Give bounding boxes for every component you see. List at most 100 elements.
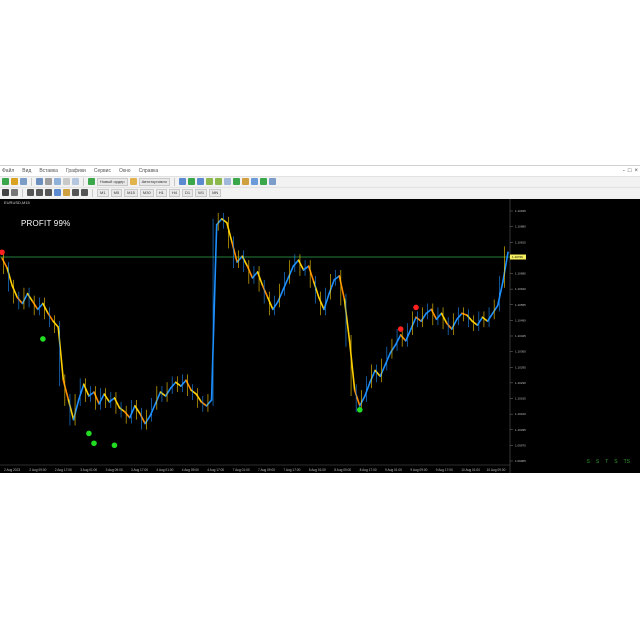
menu-item-2[interactable]: Вставка	[39, 168, 58, 174]
y-tick-label: 1.10295	[515, 365, 526, 369]
toolbar-separator	[31, 177, 32, 186]
price-segment	[67, 399, 75, 421]
timeframe-h4[interactable]: H4	[168, 188, 180, 197]
price-segment	[420, 312, 428, 323]
templates-icon[interactable]	[268, 178, 276, 185]
chart-corner-icon-0[interactable]: S	[587, 459, 590, 465]
buy-signal-dot	[40, 336, 46, 342]
timeframes-bar: M1 M5 M15 M30 H1 H4 D1 W1 MN	[97, 188, 222, 197]
fibonacci-icon[interactable]	[63, 189, 70, 196]
price-segment	[200, 401, 208, 407]
timeframe-h1[interactable]: H1	[155, 188, 167, 197]
sell-signal-dot	[413, 304, 419, 311]
candlestick-icon[interactable]	[187, 178, 195, 185]
price-chart[interactable]: 1.109451.108801.108151.107501.106851.106…	[0, 199, 640, 473]
new-chart-icon[interactable]	[2, 178, 9, 185]
price-segment	[26, 292, 34, 303]
price-segment	[476, 316, 484, 326]
profiles-icon[interactable]	[20, 178, 27, 185]
chart-corner-icon-3[interactable]: S	[614, 459, 617, 465]
price-segment	[266, 296, 274, 311]
price-segment	[134, 405, 141, 415]
x-tick-label: 3 Aug 01:00	[80, 468, 97, 472]
price-segment	[113, 397, 121, 409]
timeframe-m30[interactable]: M30	[139, 188, 154, 197]
price-segment	[404, 328, 412, 342]
timeframe-m15[interactable]: M15	[124, 188, 138, 197]
price-segment	[149, 403, 157, 417]
menu-item-0[interactable]: Файл	[2, 168, 14, 174]
close-button[interactable]: ×	[634, 167, 638, 175]
chart-canvas[interactable]: 1.109451.108801.108151.107501.106851.106…	[0, 199, 640, 473]
price-segment	[241, 255, 249, 267]
tile-windows-icon[interactable]	[223, 178, 231, 185]
menu-item-1[interactable]: Вид	[22, 168, 31, 174]
cursor-icon[interactable]	[2, 189, 9, 196]
terminal-icon[interactable]	[63, 178, 70, 185]
open-folder-icon[interactable]	[11, 178, 18, 185]
x-tick-label: 3 Aug 09:00	[106, 468, 123, 472]
chart-corner-icon-2[interactable]: T	[605, 459, 608, 465]
price-segment	[103, 393, 111, 403]
text-icon[interactable]	[72, 189, 79, 196]
vertical-line-icon[interactable]	[27, 189, 34, 196]
price-segment	[16, 296, 24, 305]
timeframe-m1[interactable]: M1	[97, 188, 109, 197]
arrows-icon[interactable]	[81, 189, 88, 196]
line-chart-icon[interactable]	[196, 178, 204, 185]
price-segment	[251, 271, 259, 279]
algo-trading-icon[interactable]	[129, 178, 137, 185]
data-window-icon[interactable]	[45, 178, 52, 185]
y-tick-label: 1.10100	[515, 412, 526, 416]
price-segment	[292, 259, 300, 267]
price-segment	[77, 383, 85, 401]
price-segment	[154, 391, 162, 405]
price-segment	[210, 223, 218, 401]
menu-item-5[interactable]: Окно	[119, 168, 131, 174]
zoom-in-icon[interactable]	[205, 178, 213, 185]
chart-shift-icon[interactable]	[241, 178, 249, 185]
timeframe-m5[interactable]: M5	[110, 188, 123, 197]
chart-corner-icon-4[interactable]: TS	[624, 459, 630, 465]
price-segment	[144, 414, 152, 425]
menu-item-3[interactable]: Графики	[66, 168, 86, 174]
price-segment	[261, 284, 269, 299]
horizontal-line-icon[interactable]	[36, 189, 43, 196]
price-segment	[215, 218, 223, 226]
tester-icon[interactable]	[72, 178, 79, 185]
channel-icon[interactable]	[54, 189, 61, 196]
price-segment	[231, 241, 238, 263]
price-segment	[62, 379, 70, 401]
bar-chart-icon[interactable]	[178, 178, 186, 185]
buy-signal-dot	[91, 440, 97, 447]
x-tick-label: 7 Aug 17:00	[283, 468, 300, 472]
toolbar-separator	[173, 177, 175, 186]
price-segment	[297, 259, 305, 271]
maximize-button[interactable]: □	[628, 167, 632, 175]
new-order-icon[interactable]	[88, 178, 95, 185]
price-segment	[348, 340, 356, 391]
algo-trading-button[interactable]: Автоторговля	[138, 177, 170, 186]
y-tick-label: 1.10685	[515, 272, 526, 276]
y-tick-label: 1.10165	[515, 397, 526, 401]
trendline-icon[interactable]	[45, 189, 52, 196]
zoom-out-icon[interactable]	[214, 178, 222, 185]
menu-item-6[interactable]: Справка	[139, 168, 159, 174]
period-icon[interactable]	[259, 178, 267, 185]
autoscroll-icon[interactable]	[232, 178, 240, 185]
x-tick-label: 10 Aug 01:00	[461, 468, 480, 472]
chart-corner-icon-1[interactable]: S	[596, 459, 599, 465]
price-segment	[6, 267, 14, 287]
timeframe-w1[interactable]: W1	[195, 188, 208, 197]
timeframe-d1[interactable]: D1	[181, 188, 194, 197]
toolbar-separator	[92, 188, 93, 197]
market-watch-icon[interactable]	[36, 178, 43, 185]
menu-item-4[interactable]: Сервис	[94, 168, 111, 174]
indicators-icon[interactable]	[250, 178, 258, 185]
minimize-button[interactable]: -	[623, 167, 625, 175]
timeframe-mn[interactable]: MN	[209, 188, 222, 197]
crosshair-icon[interactable]	[11, 189, 18, 196]
navigator-icon[interactable]	[54, 178, 61, 185]
x-tick-label: 10 Aug 09:00	[487, 468, 506, 472]
new-order-button[interactable]: Новый ордер	[97, 177, 128, 186]
